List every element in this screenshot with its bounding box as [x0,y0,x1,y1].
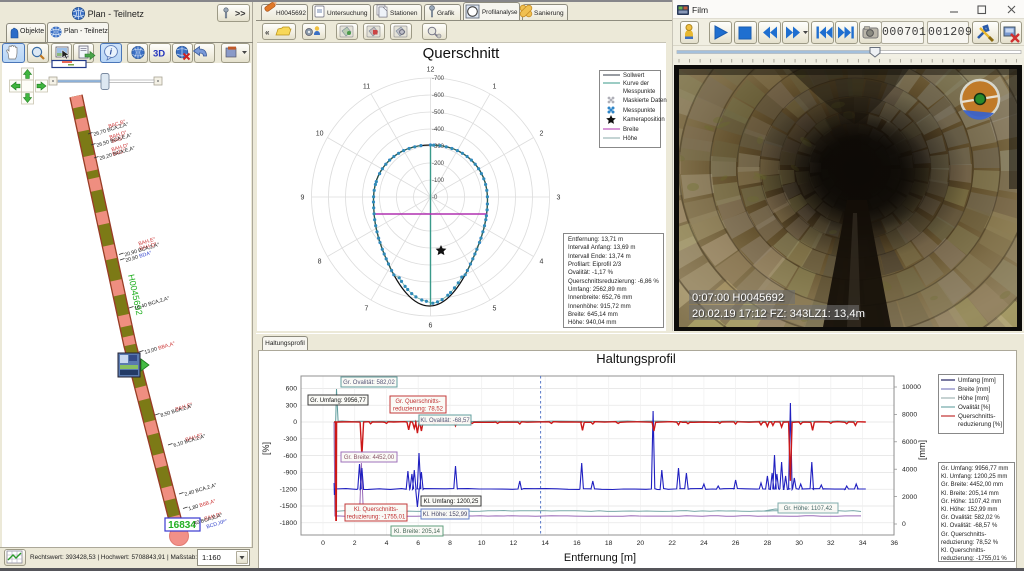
svg-text:3D: 3D [153,49,165,60]
svg-text:Sanierung: Sanierung [534,10,564,17]
svg-text:[%]: [%] [261,442,271,455]
svg-text:26: 26 [732,540,740,547]
svg-text:600: 600 [286,386,298,393]
svg-text:8: 8 [318,259,322,266]
svg-text:24: 24 [700,540,708,547]
svg-text:4: 4 [539,259,543,266]
svg-text:Gr. Umfang: 9956,77: Gr. Umfang: 9956,77 [310,398,366,404]
svg-text:34: 34 [859,540,867,547]
svg-text:0: 0 [321,540,325,547]
svg-text:Ovalität [%]: Ovalität [%] [958,404,990,411]
svg-text:0: 0 [293,419,297,426]
svg-text:Kl. Breite: 205,14: Kl. Breite: 205,14 [394,529,441,535]
svg-text:2: 2 [539,131,543,138]
svg-text:Umfang [mm]: Umfang [mm] [958,377,996,384]
svg-text:Querschnitt: Querschnitt [423,45,501,62]
svg-text:-200: -200 [432,161,445,167]
svg-text:Sollwert: Sollwert [623,73,645,79]
svg-text:Messpunkte: Messpunkte [623,108,656,114]
svg-text:18: 18 [605,540,613,547]
svg-text:7: 7 [365,305,369,312]
svg-text:Breite [mm]: Breite [mm] [958,386,990,393]
svg-text:-1200: -1200 [280,486,298,493]
svg-text:0:07:00 H0045692: 0:07:00 H0045692 [692,292,784,304]
svg-text:Stationen: Stationen [390,10,418,17]
svg-text:-600: -600 [283,453,297,460]
svg-text:Entfernung [m]: Entfernung [m] [564,552,636,564]
svg-text:10: 10 [316,131,324,138]
svg-text:300: 300 [286,402,298,409]
svg-text:reduzierung: -1755,01: reduzierung: -1755,01 [347,515,406,521]
svg-text:1: 1 [493,84,497,91]
svg-text:20.02.19 17:12 FZ: 343LZ1: 13,: 20.02.19 17:12 FZ: 343LZ1: 13,4m [692,308,865,320]
svg-text:9: 9 [301,195,305,202]
svg-text:Gr. Ovalität: 582,02: Gr. Ovalität: 582,02 [343,380,395,386]
svg-text:14: 14 [541,540,549,547]
svg-text:Haltungsprofil: Haltungsprofil [596,351,676,366]
svg-text:-600: -600 [432,93,445,99]
svg-text:Höhe [mm]: Höhe [mm] [958,395,989,402]
svg-text:Untersuchung: Untersuchung [327,10,368,17]
svg-text:8: 8 [448,540,452,547]
svg-text:11: 11 [363,84,370,91]
svg-text:Maskierte Daten: Maskierte Daten [623,98,667,104]
svg-text:1,80 B6B,A°: 1,80 B6B,A° [188,498,217,512]
svg-text:10: 10 [478,540,486,547]
svg-text:0: 0 [902,521,906,528]
svg-text:Breite: Breite [623,127,639,133]
svg-text:-1500: -1500 [280,503,298,510]
svg-text:reduzierung: 78,52: reduzierung: 78,52 [393,407,444,413]
svg-text:-100: -100 [432,178,445,184]
svg-text:Kl. Umfang: 1200,25: Kl. Umfang: 1200,25 [424,499,479,505]
svg-text:6000: 6000 [902,439,917,446]
svg-text:36: 36 [891,540,899,547]
svg-text:16: 16 [573,540,581,547]
svg-text:2000: 2000 [902,494,917,501]
svg-text:22: 22 [668,540,676,547]
svg-text:[mm]: [mm] [917,440,927,460]
svg-text:12: 12 [427,67,435,74]
svg-text:10000: 10000 [902,384,921,391]
svg-text:Profilanalyse: Profilanalyse [482,9,518,16]
svg-text:20: 20 [637,540,645,547]
svg-text:Gr. Breite: 4452,00: Gr. Breite: 4452,00 [344,455,395,461]
svg-text:Gr. Höhe: 1107,42: Gr. Höhe: 1107,42 [784,506,833,512]
svg-text:2,40 BCA,2,A°: 2,40 BCA,2,A° [184,482,218,498]
svg-text:-900: -900 [283,470,297,477]
svg-text:«: « [265,28,270,37]
svg-text:Kameraposition: Kameraposition [623,117,665,123]
svg-text:reduzierung [%]: reduzierung [%] [958,421,1002,428]
svg-text:Kurve der: Kurve der [623,81,649,87]
svg-text:Querschnitts-: Querschnitts- [958,413,995,420]
svg-text:H0045692: H0045692 [276,10,306,17]
svg-text:6: 6 [416,540,420,547]
svg-text:Gr. Querschnitts-: Gr. Querschnitts- [395,399,440,405]
svg-text:-0: -0 [432,195,438,201]
svg-text:5: 5 [493,305,497,312]
svg-text:32: 32 [827,540,835,547]
svg-text:Kl. Ovalität: -68,57: Kl. Ovalität: -68,57 [420,418,470,424]
svg-text:4: 4 [385,540,389,547]
svg-text:12: 12 [510,540,518,547]
svg-text:4000: 4000 [902,466,917,473]
svg-text:-400: -400 [432,127,445,133]
svg-text:Höhe: Höhe [623,136,638,142]
svg-text:8000: 8000 [902,412,917,419]
svg-text:Kl. Querschnitts-: Kl. Querschnitts- [354,507,398,513]
svg-text:>>: >> [235,9,246,19]
svg-text:Kl. Höhe: 152,99: Kl. Höhe: 152,99 [423,512,468,518]
svg-text:Messpunkte: Messpunkte [623,89,656,95]
svg-text:6: 6 [429,323,433,330]
svg-text:-700: -700 [432,76,445,82]
svg-text:2: 2 [353,540,357,547]
svg-text:3: 3 [557,195,561,202]
svg-text:30: 30 [795,540,803,547]
svg-text:28: 28 [764,540,772,547]
svg-text:-500: -500 [432,110,445,116]
svg-text:-300: -300 [283,436,297,443]
svg-text:Grafik: Grafik [437,10,455,17]
svg-text:13,00 BBA,A°: 13,00 BBA,A° [144,341,176,356]
svg-text:-1800: -1800 [280,520,298,527]
